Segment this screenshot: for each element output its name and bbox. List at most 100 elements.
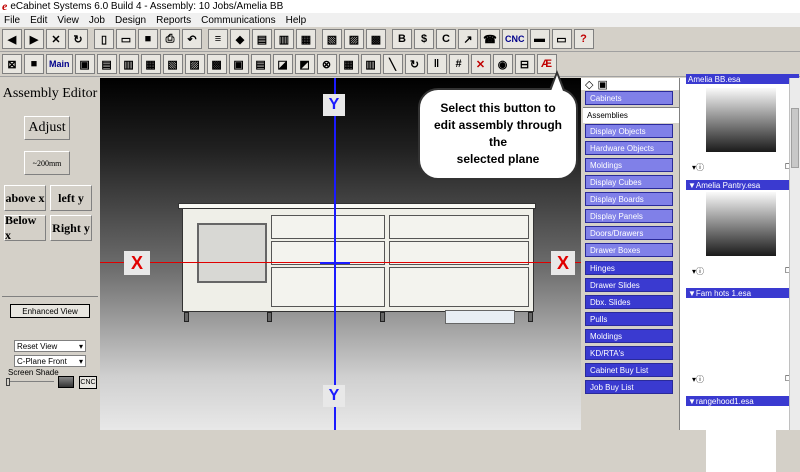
category-hinges[interactable]: Hinges bbox=[585, 261, 673, 275]
below-x-button[interactable]: Below x bbox=[4, 213, 46, 242]
menu-communications[interactable]: Communications bbox=[201, 15, 275, 26]
export-icon[interactable]: ↗ bbox=[458, 29, 478, 49]
settings-icon[interactable]: ≡ bbox=[208, 29, 228, 49]
cabinet-list-icon[interactable]: ▧ bbox=[322, 29, 342, 49]
category-pulls[interactable]: Pulls bbox=[585, 312, 673, 326]
category-kd-rta[interactable]: KD/RTA's bbox=[585, 346, 673, 360]
hatch-icon[interactable]: # bbox=[448, 54, 469, 74]
info-icon[interactable]: ▾ⓘ bbox=[692, 162, 704, 172]
refresh-icon[interactable]: ↻ bbox=[68, 29, 88, 49]
thumbnail-header[interactable]: ▼ Amelia Pantry.esa bbox=[686, 180, 799, 190]
assembly-list-icon[interactable]: ▨ bbox=[344, 29, 364, 49]
grid-icon[interactable]: ▦ bbox=[338, 54, 359, 74]
thumbnail-image[interactable] bbox=[706, 88, 776, 152]
shelf-icon[interactable]: ▦ bbox=[140, 54, 161, 74]
thumbnail-header[interactable]: ▼ rangehood1.esa bbox=[686, 396, 799, 406]
line-tool-icon[interactable]: ╲ bbox=[382, 54, 403, 74]
door-icon[interactable]: ▤ bbox=[96, 54, 117, 74]
scrollbar-thumb[interactable] bbox=[791, 108, 799, 168]
undo-icon[interactable]: ↶ bbox=[182, 29, 202, 49]
texture-icon[interactable]: ▥ bbox=[274, 29, 294, 49]
board-icon[interactable]: ◩ bbox=[294, 54, 315, 74]
drawer-icon[interactable]: ▥ bbox=[118, 54, 139, 74]
category-job-buy-list[interactable]: Job Buy List bbox=[585, 380, 673, 394]
forward-arrow-icon[interactable]: ▶ bbox=[24, 29, 44, 49]
thumbnail-image[interactable] bbox=[706, 300, 776, 364]
menu-help[interactable]: Help bbox=[286, 15, 307, 26]
pin-icon[interactable]: ◇ bbox=[585, 78, 593, 91]
left-y-button[interactable]: left y bbox=[50, 185, 92, 211]
above-x-button[interactable]: above x bbox=[4, 185, 46, 211]
camera-icon[interactable]: ◉ bbox=[492, 54, 513, 74]
communications-icon[interactable]: ☎ bbox=[480, 29, 500, 49]
display-cube-icon[interactable]: ▤ bbox=[250, 54, 271, 74]
print-icon[interactable]: ⎙ bbox=[160, 29, 180, 49]
save-assembly-icon[interactable]: ■ bbox=[24, 54, 44, 74]
category-doors-drawers[interactable]: Doors/Drawers bbox=[585, 226, 673, 240]
category-cabinet-buy-list[interactable]: Cabinet Buy List bbox=[585, 363, 673, 377]
report-icon[interactable]: $ bbox=[414, 29, 434, 49]
material-icon[interactable]: ▤ bbox=[252, 29, 272, 49]
measure-icon[interactable]: ⊟ bbox=[514, 54, 535, 74]
main-button[interactable]: Main bbox=[46, 54, 73, 74]
report-c-icon[interactable]: C bbox=[436, 29, 456, 49]
plane-select-icon[interactable]: ⊠ bbox=[2, 54, 22, 74]
back-arrow-icon[interactable]: ◀ bbox=[2, 29, 22, 49]
category-moldings[interactable]: Moldings bbox=[585, 158, 673, 172]
panel-icon[interactable]: ▩ bbox=[206, 54, 227, 74]
cnc-button[interactable]: CNC bbox=[502, 29, 528, 49]
molding-icon[interactable]: ▦ bbox=[296, 29, 316, 49]
cplane-select[interactable]: C-Plane Front ▾ bbox=[14, 355, 86, 367]
eb-icon[interactable]: ▨ bbox=[184, 54, 205, 74]
category-cabinets[interactable]: Cabinets bbox=[585, 91, 673, 105]
menu-file[interactable]: File bbox=[4, 15, 20, 26]
category-display-panels[interactable]: Display Panels bbox=[585, 209, 673, 223]
am-icon[interactable]: ▣ bbox=[228, 54, 249, 74]
job-list-icon[interactable]: ▩ bbox=[366, 29, 386, 49]
menu-view[interactable]: View bbox=[57, 15, 79, 26]
cabinet-assembly[interactable] bbox=[182, 208, 534, 312]
enhanced-view-button[interactable]: Enhanced View bbox=[10, 304, 90, 318]
scrollbar[interactable] bbox=[789, 78, 800, 430]
color-tool-icon[interactable]: ◆ bbox=[230, 29, 250, 49]
category-display-cubes[interactable]: Display Cubes bbox=[585, 175, 673, 189]
increment-button[interactable]: ~200mm bbox=[24, 151, 70, 175]
right-y-button[interactable]: Right y bbox=[50, 215, 92, 241]
category-drawer-boxes[interactable]: Drawer Boxes bbox=[585, 243, 673, 257]
menu-design[interactable]: Design bbox=[115, 15, 146, 26]
screen-shade-slider[interactable] bbox=[6, 378, 54, 387]
new-file-icon[interactable]: ▯ bbox=[94, 29, 114, 49]
dimension-icon[interactable]: ▥ bbox=[360, 54, 381, 74]
category-display-boards[interactable]: Display Boards bbox=[585, 192, 673, 206]
stop-icon[interactable]: ✕ bbox=[46, 29, 66, 49]
menu-job[interactable]: Job bbox=[89, 15, 105, 26]
cross-section-icon[interactable]: ⊗ bbox=[316, 54, 337, 74]
display-icon[interactable]: ▬ bbox=[529, 29, 550, 49]
category-dbx-slides[interactable]: Dbx. Slides bbox=[585, 295, 673, 309]
report-b-icon[interactable]: B bbox=[392, 29, 412, 49]
category-drawer-slides[interactable]: Drawer Slides bbox=[585, 278, 673, 292]
thumbnail-image[interactable] bbox=[706, 408, 776, 472]
reset-view-select[interactable]: Reset View ▾ bbox=[14, 340, 86, 352]
thumbnail-header[interactable]: Amelia BB.esa bbox=[686, 74, 799, 84]
help-icon[interactable]: ? bbox=[573, 29, 594, 49]
hardware-icon[interactable]: ▧ bbox=[162, 54, 183, 74]
open-folder-icon[interactable]: ▭ bbox=[116, 29, 136, 49]
slider-handle[interactable] bbox=[6, 378, 10, 386]
info-icon[interactable]: ▾ⓘ bbox=[692, 266, 704, 276]
cnc-panel-button[interactable]: CNC bbox=[79, 376, 97, 389]
monitor-icon[interactable]: ▭ bbox=[551, 29, 572, 49]
category-hardware-objects[interactable]: Hardware Objects bbox=[585, 141, 673, 155]
category-assemblies[interactable]: Assemblies bbox=[583, 107, 679, 123]
cabinet-icon[interactable]: ▣ bbox=[74, 54, 95, 74]
shade-preview[interactable] bbox=[58, 376, 74, 388]
category-moldings-hw[interactable]: Moldings bbox=[585, 329, 673, 343]
category-display-objects[interactable]: Display Objects bbox=[585, 124, 673, 138]
thumbnail-header[interactable]: ▼ Fam hots 1.esa bbox=[686, 288, 799, 298]
window-icon[interactable]: ▣ bbox=[597, 78, 607, 91]
delete-icon[interactable]: ✕ bbox=[470, 54, 491, 74]
molding-tool-icon[interactable]: ◪ bbox=[272, 54, 293, 74]
menu-edit[interactable]: Edit bbox=[30, 15, 47, 26]
info-icon[interactable]: ▾ⓘ bbox=[692, 374, 704, 384]
rotate-icon[interactable]: ↻ bbox=[404, 54, 425, 74]
